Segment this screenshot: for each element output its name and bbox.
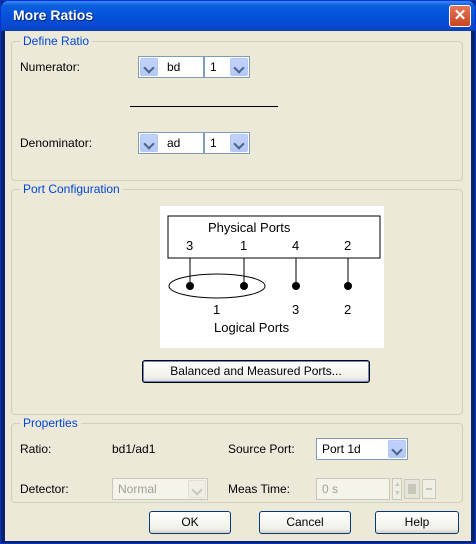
denominator-port-value: ad xyxy=(167,136,181,150)
numerator-port-combo[interactable]: bd xyxy=(138,56,204,78)
close-button[interactable]: ✕ xyxy=(449,5,471,27)
port-configuration-group: Port Configuration Physical Ports 3 1 4 … xyxy=(11,182,463,415)
logical-ports-label: Logical Ports xyxy=(214,320,290,335)
source-port-combo[interactable]: Port 1d xyxy=(316,438,408,460)
denominator-port-combo[interactable]: ad xyxy=(138,132,204,154)
physical-port-2: 2 xyxy=(344,238,352,253)
meas-time-minus-button[interactable] xyxy=(422,479,436,499)
source-port-value: Port 1d xyxy=(322,442,361,456)
dialog-client: Define Ratio Numerator: bd 1 Denominator… xyxy=(5,31,471,541)
define-ratio-group: Define Ratio Numerator: bd 1 Denominator… xyxy=(11,34,463,181)
source-port-label: Source Port: xyxy=(228,442,295,456)
meas-time-label: Meas Time: xyxy=(228,482,291,496)
help-button[interactable]: Help xyxy=(375,511,459,534)
dialog-window: More Ratios ✕ Define Ratio Numerator: bd… xyxy=(0,0,476,544)
detector-combo[interactable]: Normal xyxy=(112,478,208,500)
denominator-number-value: 1 xyxy=(210,136,217,150)
define-ratio-title: Define Ratio xyxy=(20,34,93,48)
physical-port-1: 1 xyxy=(240,238,248,253)
physical-ports-label: Physical Ports xyxy=(208,220,291,235)
ok-button[interactable]: OK xyxy=(149,511,231,534)
properties-group: Properties Ratio: bd1/ad1 Source Port: P… xyxy=(11,416,463,503)
meas-time-value: 0 s xyxy=(322,482,339,496)
physical-port-3: 3 xyxy=(186,238,194,253)
physical-port-4: 4 xyxy=(292,238,300,253)
spin-up-icon: ▲ xyxy=(394,481,401,488)
title-bar[interactable]: More Ratios ✕ xyxy=(1,1,475,31)
numerator-number-combo[interactable]: 1 xyxy=(204,56,250,78)
balanced-measured-ports-button[interactable]: Balanced and Measured Ports... xyxy=(142,360,370,383)
chevron-down-icon xyxy=(230,58,248,76)
chevron-down-icon xyxy=(188,480,206,498)
ratio-value: bd1/ad1 xyxy=(112,442,156,456)
denominator-number-combo[interactable]: 1 xyxy=(204,132,250,154)
chevron-down-icon xyxy=(140,58,158,76)
logical-port-3: 3 xyxy=(292,302,300,317)
detector-value: Normal xyxy=(118,482,157,496)
chevron-down-icon xyxy=(230,134,248,152)
ratio-divider xyxy=(130,106,278,107)
spin-down-icon: ▼ xyxy=(394,490,401,497)
properties-title: Properties xyxy=(20,416,81,430)
meas-time-extra-button[interactable] xyxy=(404,479,420,499)
numerator-label: Numerator: xyxy=(20,60,81,74)
chevron-down-icon xyxy=(140,134,158,152)
port-diagram: Physical Ports 3 1 4 2 1 3 2 Logical Por… xyxy=(160,206,384,348)
logical-port-2: 2 xyxy=(344,302,352,317)
minus-icon xyxy=(426,488,432,490)
logical-port-1: 1 xyxy=(213,302,221,317)
numerator-number-value: 1 xyxy=(210,60,217,74)
detector-label: Detector: xyxy=(20,482,69,496)
window-title: More Ratios xyxy=(13,7,94,23)
meas-time-spinner[interactable]: ▲ ▼ xyxy=(392,478,402,500)
numerator-port-value: bd xyxy=(167,60,181,74)
denominator-label: Denominator: xyxy=(20,136,93,150)
cancel-button[interactable]: Cancel xyxy=(259,511,351,534)
grid-icon xyxy=(408,484,416,494)
close-icon: ✕ xyxy=(453,7,467,24)
chevron-down-icon xyxy=(388,440,406,458)
ratio-label: Ratio: xyxy=(20,442,52,456)
port-configuration-title: Port Configuration xyxy=(20,182,123,196)
meas-time-input[interactable]: 0 s xyxy=(316,478,390,500)
